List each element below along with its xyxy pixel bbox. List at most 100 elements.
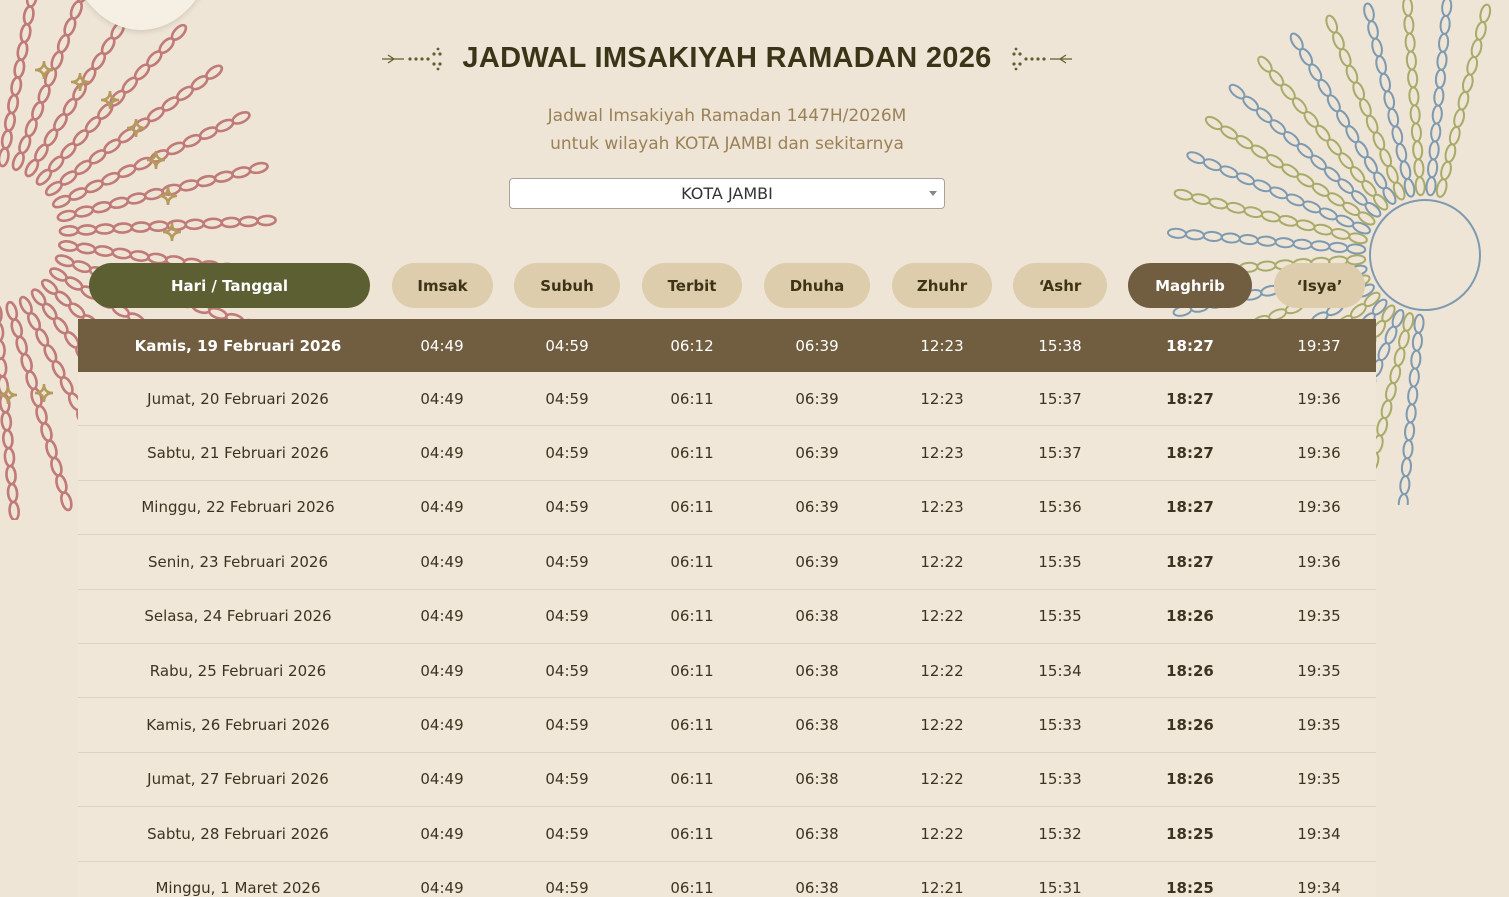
cell-imsak: 04:49: [420, 336, 464, 355]
cell-date: Sabtu, 21 Februari 2026: [147, 444, 329, 463]
cell-terbit: 06:11: [670, 661, 714, 680]
col-header-terbit[interactable]: Terbit: [642, 263, 742, 308]
subtitle: Jadwal Imsakiyah Ramadan 1447H/2026M unt…: [0, 102, 1454, 158]
cell-zhuhr: 12:23: [920, 336, 964, 355]
cell-zhuhr: 12:22: [920, 607, 964, 626]
cell-ashr: 15:31: [1038, 879, 1082, 897]
table-row[interactable]: Kamis, 26 Februari 2026 04:49 04:59 06:11 06…: [78, 698, 1376, 753]
cell-ashr: 15:33: [1038, 716, 1082, 735]
cell-terbit: 06:11: [670, 552, 714, 571]
cell-dhuha: 06:39: [795, 389, 839, 408]
cell-dhuha: 06:39: [795, 498, 839, 517]
cell-imsak: 04:49: [420, 770, 464, 789]
cell-zhuhr: 12:22: [920, 716, 964, 735]
table-row[interactable]: Minggu, 1 Maret 2026 04:49 04:59 06:11 06:38…: [78, 861, 1376, 897]
cell-zhuhr: 12:23: [920, 444, 964, 463]
cell-ashr: 15:35: [1038, 607, 1082, 626]
cell-subuh: 04:59: [545, 389, 589, 408]
table-row[interactable]: Minggu, 22 Februari 2026 04:49 04:59 06:11 0…: [78, 480, 1376, 536]
table-row[interactable]: Selasa, 24 Februari 2026 04:49 04:59 06:11 0…: [78, 589, 1376, 644]
cell-date: Jumat, 20 Februari 2026: [147, 389, 329, 408]
cell-terbit: 06:11: [670, 770, 714, 789]
cell-dhuha: 06:38: [795, 770, 839, 789]
city-select-value: KOTA JAMBI: [681, 184, 773, 203]
col-header-zhuhr[interactable]: Zhuhr: [892, 263, 992, 308]
cell-imsak: 04:49: [420, 607, 464, 626]
cell-imsak: 04:49: [420, 444, 464, 463]
cell-isya: 19:36: [1297, 389, 1341, 408]
cell-maghrib: 18:27: [1166, 389, 1214, 408]
cell-zhuhr: 12:23: [920, 389, 964, 408]
cell-subuh: 04:59: [545, 824, 589, 843]
city-select[interactable]: KOTA JAMBI: [509, 178, 945, 209]
cell-isya: 19:35: [1297, 770, 1341, 789]
cell-maghrib: 18:26: [1166, 661, 1214, 680]
col-header-subuh[interactable]: Subuh: [514, 263, 620, 308]
cell-imsak: 04:49: [420, 661, 464, 680]
cell-isya: 19:35: [1297, 661, 1341, 680]
cell-zhuhr: 12:22: [920, 661, 964, 680]
cell-isya: 19:34: [1297, 879, 1341, 897]
col-header-imsak[interactable]: Imsak: [392, 263, 493, 308]
cell-zhuhr: 12:22: [920, 770, 964, 789]
cell-dhuha: 06:39: [795, 444, 839, 463]
col-header-maghrib[interactable]: Maghrib: [1128, 263, 1252, 308]
cell-dhuha: 06:38: [795, 607, 839, 626]
title-row: JADWAL IMSAKIYAH RAMADAN 2026: [0, 42, 1454, 75]
cell-date: Rabu, 25 Februari 2026: [149, 661, 327, 680]
cell-zhuhr: 12:23: [920, 498, 964, 517]
cell-isya: 19:36: [1297, 498, 1341, 517]
cell-date: Minggu, 22 Februari 2026: [141, 498, 335, 517]
cell-isya: 19:37: [1297, 336, 1341, 355]
title-ornament-right-icon: [1011, 47, 1072, 70]
title-ornament-left-icon: [382, 47, 443, 70]
cell-zhuhr: 12:22: [920, 552, 964, 571]
cell-imsak: 04:49: [420, 552, 464, 571]
cell-terbit: 06:11: [670, 607, 714, 626]
subtitle-line-2: untuk wilayah KOTA JAMBI dan sekitarnya: [550, 134, 904, 154]
col-header-dhuha[interactable]: Dhuha: [764, 263, 870, 308]
cell-date: Minggu, 1 Maret 2026: [155, 879, 321, 897]
cell-imsak: 04:49: [420, 498, 464, 517]
table-row[interactable]: Senin, 23 Februari 2026 04:49 04:59 06:11 06…: [78, 535, 1376, 590]
cell-terbit: 06:11: [670, 444, 714, 463]
cell-maghrib: 18:26: [1166, 607, 1214, 626]
cell-ashr: 15:37: [1038, 389, 1082, 408]
cell-subuh: 04:59: [545, 661, 589, 680]
cell-dhuha: 06:38: [795, 879, 839, 897]
cell-date: Sabtu, 28 Februari 2026: [147, 824, 329, 843]
col-header-isya[interactable]: ‘Isya’: [1274, 263, 1365, 308]
cell-subuh: 04:59: [545, 770, 589, 789]
cell-date: Senin, 23 Februari 2026: [147, 552, 329, 571]
table-row[interactable]: Jumat, 27 Februari 2026 04:49 04:59 06:11 06…: [78, 752, 1376, 808]
table-row[interactable]: Sabtu, 21 Februari 2026 04:49 04:59 06:11 06…: [78, 426, 1376, 481]
table-row[interactable]: Jumat, 20 Februari 2026 04:49 04:59 06:11 06…: [78, 372, 1376, 427]
cell-ashr: 15:34: [1038, 661, 1082, 680]
cell-date: Kamis, 26 Februari 2026: [146, 716, 330, 735]
cell-maghrib: 18:27: [1166, 498, 1214, 517]
col-header-ashr[interactable]: ‘Ashr: [1013, 263, 1107, 308]
cell-isya: 19:35: [1297, 716, 1341, 735]
cell-terbit: 06:11: [670, 389, 714, 408]
table-row[interactable]: Kamis, 19 Februari 2026 04:49 04:59 06:12 06…: [78, 319, 1376, 372]
cell-ashr: 15:33: [1038, 770, 1082, 789]
cell-ashr: 15:32: [1038, 824, 1082, 843]
cell-dhuha: 06:38: [795, 824, 839, 843]
cell-maghrib: 18:27: [1166, 444, 1214, 463]
table-row[interactable]: Sabtu, 28 Februari 2026 04:49 04:59 06:11 06…: [78, 807, 1376, 862]
cell-maghrib: 18:27: [1166, 552, 1214, 571]
cell-subuh: 04:59: [545, 716, 589, 735]
cell-isya: 19:36: [1297, 552, 1341, 571]
col-header-date[interactable]: Hari / Tanggal: [89, 263, 370, 308]
cell-imsak: 04:49: [420, 824, 464, 843]
cell-subuh: 04:59: [545, 607, 589, 626]
cell-subuh: 04:59: [545, 444, 589, 463]
cell-zhuhr: 12:22: [920, 824, 964, 843]
cell-maghrib: 18:26: [1166, 770, 1214, 789]
table-row[interactable]: Rabu, 25 Februari 2026 04:49 04:59 06:11 06:…: [78, 643, 1376, 699]
cell-terbit: 06:11: [670, 498, 714, 517]
chevron-down-icon: [929, 191, 937, 196]
cell-dhuha: 06:38: [795, 716, 839, 735]
page: JADWAL IMSAKIYAH RAMADAN 2026 Jadwal Ims…: [0, 0, 1509, 897]
cell-terbit: 06:11: [670, 824, 714, 843]
